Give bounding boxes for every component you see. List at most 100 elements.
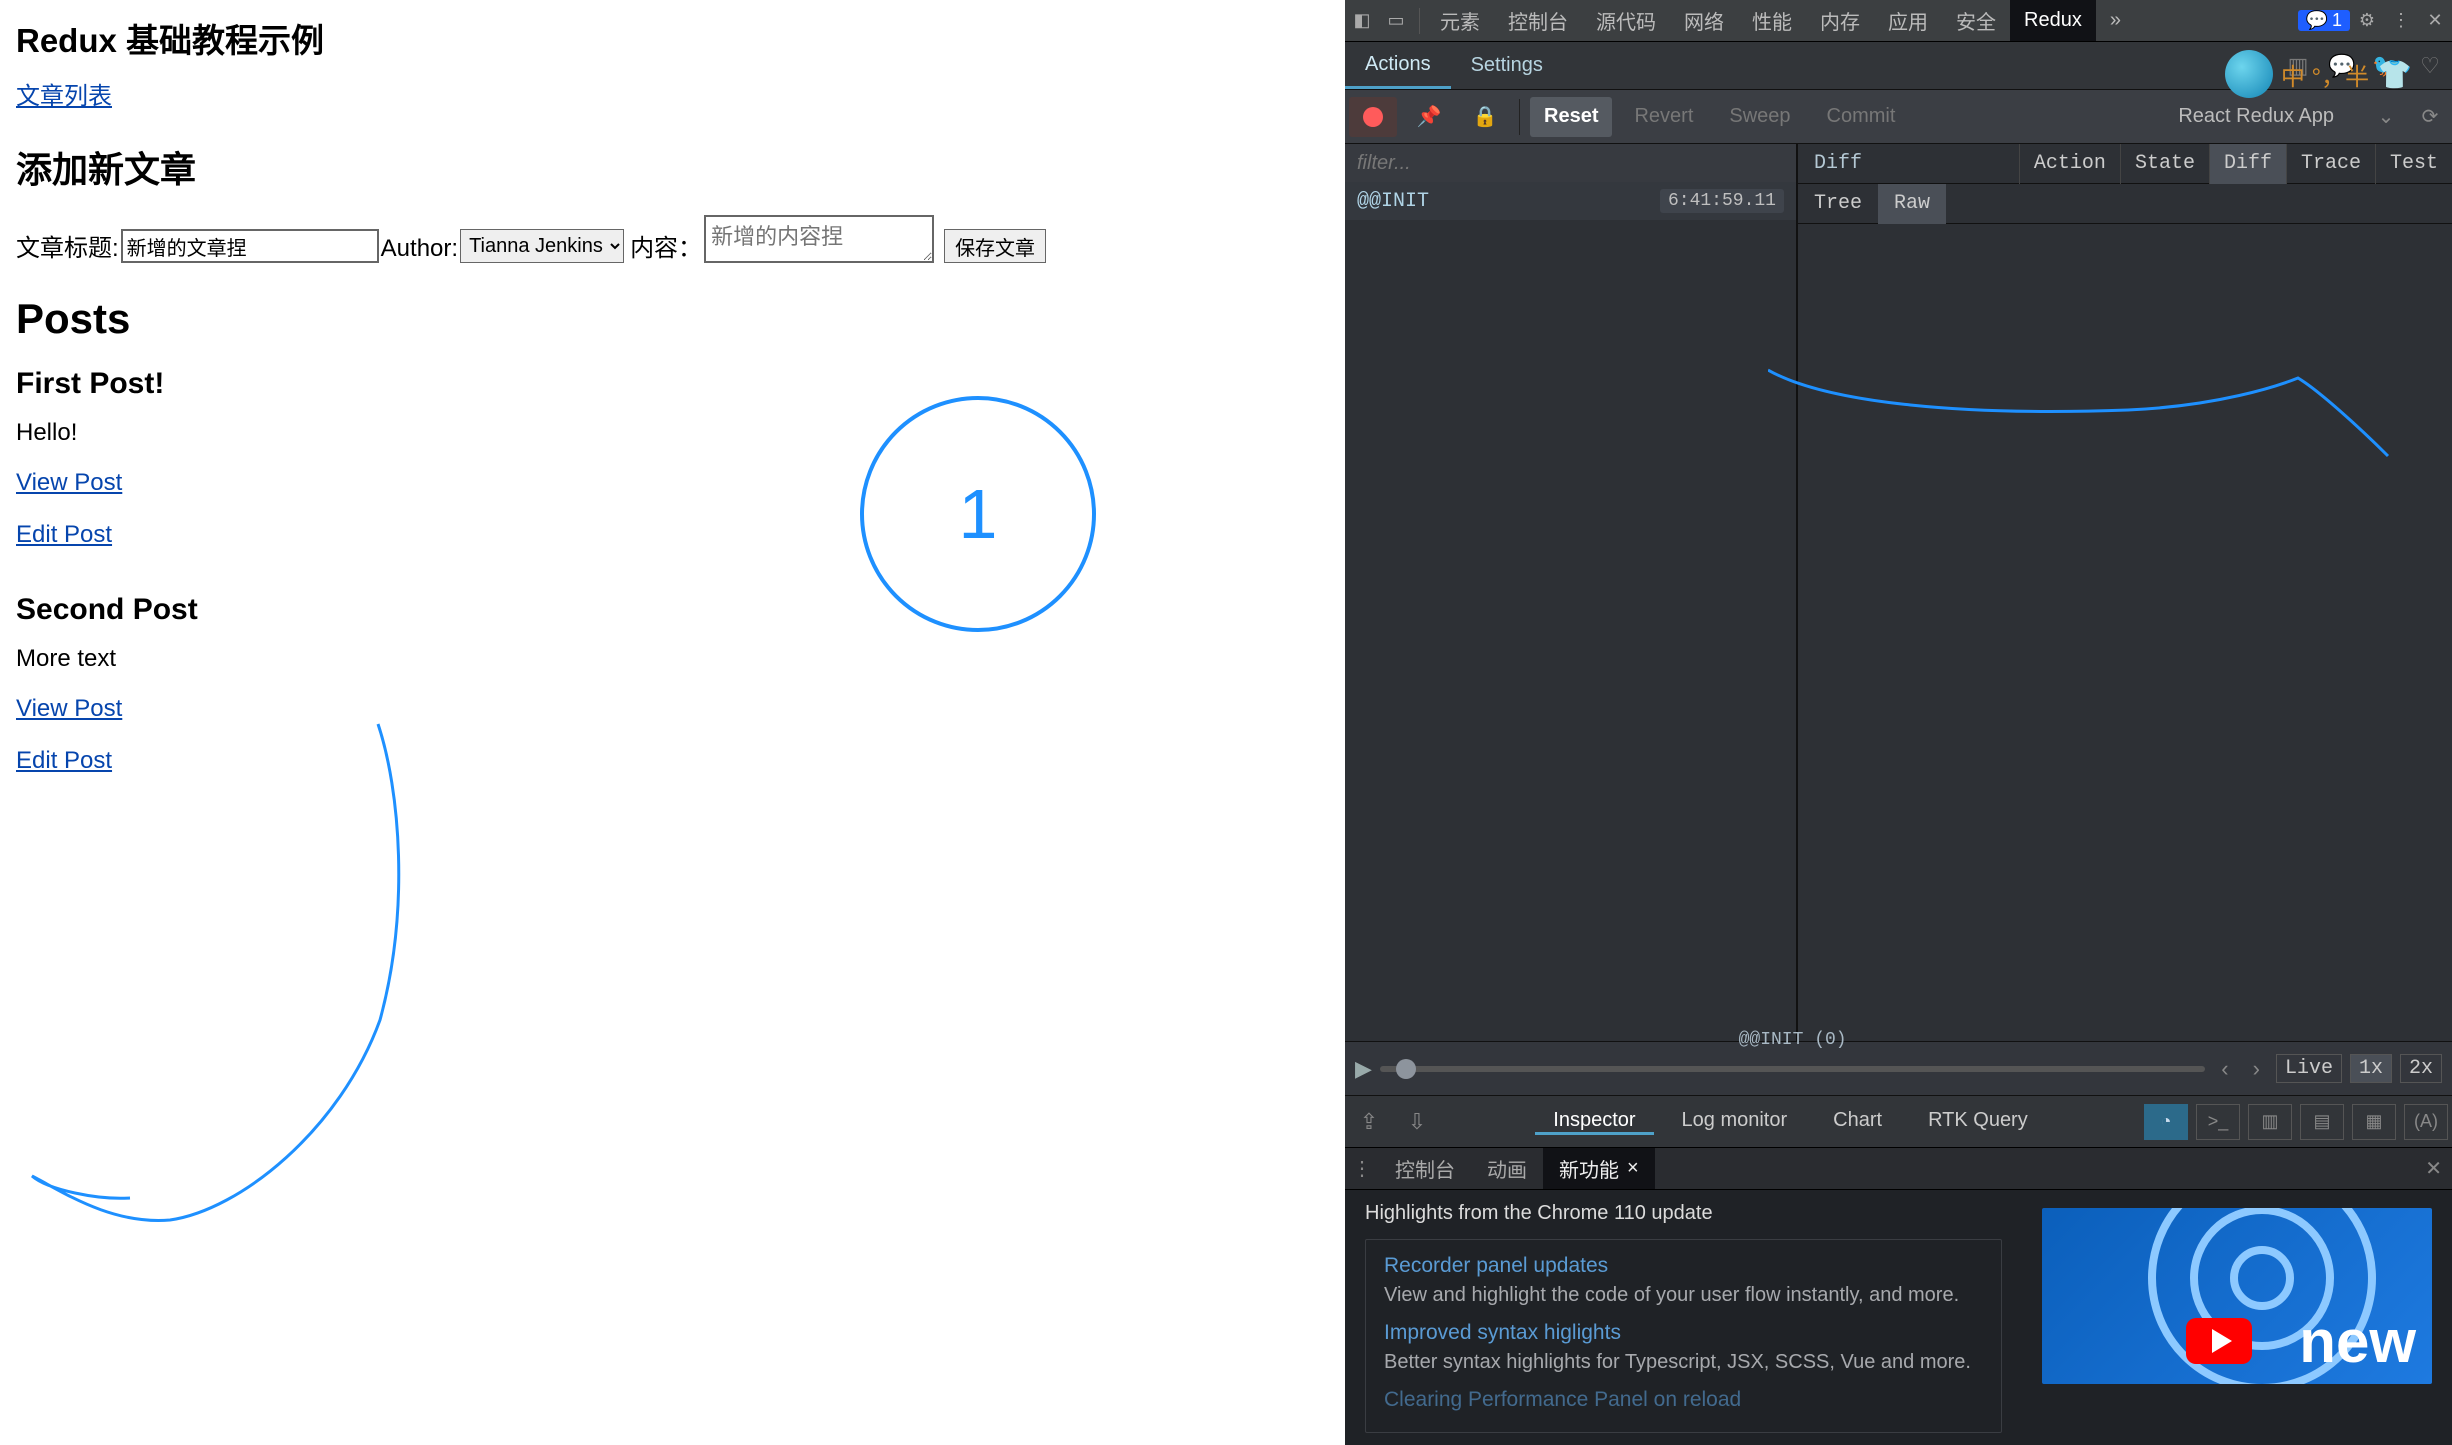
card-title: Improved syntax higlights bbox=[1384, 1321, 1983, 1345]
drawer-close-icon[interactable]: ✕ bbox=[2425, 1156, 2452, 1181]
post-item: Second Post More text View Post Edit Pos… bbox=[16, 593, 1329, 791]
drawer-tab-whatsnew[interactable]: 新功能× bbox=[1543, 1148, 1655, 1189]
redux-control-bar: 📌 🔒 Reset Revert Sweep Commit React Redu… bbox=[1345, 90, 2452, 144]
slider-next[interactable]: › bbox=[2245, 1056, 2268, 1082]
tab-sources[interactable]: 源代码 bbox=[1582, 0, 1670, 41]
content-textarea[interactable] bbox=[704, 215, 934, 263]
close-tab-icon[interactable]: × bbox=[1627, 1157, 1639, 1180]
difftab-state[interactable]: State bbox=[2120, 144, 2209, 184]
speed-live[interactable]: Live bbox=[2276, 1054, 2342, 1083]
layout-text-icon[interactable]: (A) bbox=[2404, 1104, 2448, 1140]
treetab-tree[interactable]: Tree bbox=[1798, 184, 1878, 224]
tab-redux[interactable]: Redux bbox=[2010, 0, 2096, 41]
annotation-stroke bbox=[1768, 354, 2452, 474]
record-button[interactable] bbox=[1349, 97, 1397, 137]
tab-more[interactable]: » bbox=[2096, 0, 2135, 41]
inspect-icon[interactable]: ◧ bbox=[1345, 10, 1379, 31]
post-title: Second Post bbox=[16, 593, 1329, 627]
montab-inspector[interactable]: Inspector bbox=[1535, 1109, 1653, 1135]
app-title: Redux 基础教程示例 bbox=[16, 14, 1329, 62]
montab-log[interactable]: Log monitor bbox=[1664, 1109, 1806, 1135]
difftab-trace[interactable]: Trace bbox=[2286, 144, 2375, 184]
difftab-test[interactable]: Test bbox=[2375, 144, 2452, 184]
treetab-raw[interactable]: Raw bbox=[1878, 184, 1946, 224]
card-desc: Better syntax highlights for Typescript,… bbox=[1384, 1351, 1983, 1374]
layout-bottom-icon[interactable]: ▤ bbox=[2300, 1104, 2344, 1140]
view-post-link[interactable]: View Post bbox=[16, 469, 122, 497]
reset-button[interactable]: Reset bbox=[1530, 97, 1612, 137]
revert-button[interactable]: Revert bbox=[1620, 97, 1707, 137]
drawer-headline: Highlights from the Chrome 110 update bbox=[1365, 1202, 2002, 1225]
device-icon[interactable]: ▭ bbox=[1379, 10, 1413, 31]
play-icon bbox=[2186, 1318, 2252, 1364]
diff-heading: Diff bbox=[1798, 152, 2019, 175]
tab-security[interactable]: 安全 bbox=[1942, 0, 2010, 41]
action-name: @@INIT bbox=[1357, 190, 1429, 213]
author-label: Author: bbox=[381, 235, 458, 263]
slider-track[interactable] bbox=[1380, 1066, 2205, 1072]
edit-post-link[interactable]: Edit Post bbox=[16, 747, 112, 775]
subtab-actions[interactable]: Actions bbox=[1345, 42, 1451, 89]
annotation-marker-1: 1 bbox=[860, 396, 1096, 632]
post-item: First Post! Hello! View Post Edit Post bbox=[16, 367, 1329, 565]
drawer-tab-animations[interactable]: 动画 bbox=[1471, 1148, 1543, 1189]
post-title: First Post! bbox=[16, 367, 1329, 401]
layout-timer-icon[interactable]: ◔ bbox=[2144, 1104, 2188, 1140]
shirt-icon: 👕 bbox=[2377, 58, 2412, 91]
diff-panel: Diff Action State Diff Trace Test Tree R… bbox=[1798, 144, 2452, 1041]
card-desc: View and highlight the code of your user… bbox=[1384, 1284, 1983, 1307]
whatsnew-video-thumb[interactable]: new bbox=[2042, 1202, 2432, 1433]
commit-button[interactable]: Commit bbox=[1813, 97, 1910, 137]
montab-rtk[interactable]: RTK Query bbox=[1910, 1109, 2046, 1135]
save-post-button[interactable]: 保存文章 bbox=[944, 229, 1046, 263]
play-button[interactable]: ▶ bbox=[1355, 1056, 1372, 1082]
import-icon[interactable]: ⇩ bbox=[1393, 1109, 1441, 1135]
speed-2x[interactable]: 2x bbox=[2400, 1054, 2442, 1083]
tab-memory[interactable]: 内存 bbox=[1806, 0, 1874, 41]
settings-icon[interactable]: ⚙ bbox=[2350, 10, 2384, 31]
error-count-badge[interactable]: 💬 1 bbox=[2298, 10, 2350, 31]
action-slider: ▶ @@INIT (0) ‹ › Live 1x 2x bbox=[1345, 1041, 2452, 1095]
nav-posts-link[interactable]: 文章列表 bbox=[16, 76, 112, 111]
pin-button[interactable]: 📌 bbox=[1405, 97, 1453, 137]
post-excerpt: Hello! bbox=[16, 419, 1329, 447]
export-icon[interactable]: ⇪ bbox=[1345, 1109, 1393, 1135]
connected-app-name: React Redux App bbox=[2178, 105, 2334, 128]
slider-prev[interactable]: ‹ bbox=[2213, 1056, 2236, 1082]
heart-icon[interactable]: ♡ bbox=[2408, 53, 2452, 79]
title-input[interactable] bbox=[121, 229, 379, 263]
tab-console[interactable]: 控制台 bbox=[1494, 0, 1582, 41]
lock-button[interactable]: 🔒 bbox=[1461, 97, 1509, 137]
slider-knob[interactable] bbox=[1396, 1059, 1416, 1079]
tab-network[interactable]: 网络 bbox=[1670, 0, 1738, 41]
filter-input[interactable]: filter... bbox=[1345, 144, 1796, 182]
tab-performance[interactable]: 性能 bbox=[1738, 0, 1806, 41]
card-title: Recorder panel updates bbox=[1384, 1254, 1983, 1278]
drawer-tab-console[interactable]: 控制台 bbox=[1379, 1148, 1471, 1189]
whatsnew-card[interactable]: Recorder panel updates View and highligh… bbox=[1365, 1239, 2002, 1433]
view-post-link[interactable]: View Post bbox=[16, 695, 122, 723]
author-select[interactable]: Tianna Jenkins bbox=[460, 229, 624, 263]
app-dropdown-icon[interactable]: ⌄ bbox=[2364, 104, 2408, 129]
drawer-kebab-icon[interactable]: ⋮ bbox=[1345, 1156, 1379, 1181]
devtools-top-tabs: ◧ ▭ 元素 控制台 源代码 网络 性能 内存 应用 安全 Redux » 💬 … bbox=[1345, 0, 2452, 42]
subtab-settings[interactable]: Settings bbox=[1451, 42, 1563, 89]
layout-right-icon[interactable]: ▦ bbox=[2352, 1104, 2396, 1140]
sync-icon[interactable]: ⟳ bbox=[2408, 104, 2452, 129]
kebab-icon[interactable]: ⋮ bbox=[2384, 10, 2418, 31]
layout-console-icon[interactable]: >_ bbox=[2196, 1104, 2240, 1140]
tab-elements[interactable]: 元素 bbox=[1426, 0, 1494, 41]
monitor-tabs: ⇪ ⇩ Inspector Log monitor Chart RTK Quer… bbox=[1345, 1095, 2452, 1147]
close-icon[interactable]: ✕ bbox=[2418, 10, 2452, 31]
difftab-action[interactable]: Action bbox=[2019, 144, 2120, 184]
layout-left-icon[interactable]: ▥ bbox=[2248, 1104, 2292, 1140]
edit-post-link[interactable]: Edit Post bbox=[16, 521, 112, 549]
tab-application[interactable]: 应用 bbox=[1874, 0, 1942, 41]
post-excerpt: More text bbox=[16, 645, 1329, 673]
action-item[interactable]: @@INIT 6:41:59.11 bbox=[1345, 182, 1796, 220]
difftab-diff[interactable]: Diff bbox=[2209, 144, 2286, 184]
montab-chart[interactable]: Chart bbox=[1815, 1109, 1900, 1135]
card-title: Clearing Performance Panel on reload bbox=[1384, 1388, 1983, 1412]
sweep-button[interactable]: Sweep bbox=[1715, 97, 1804, 137]
speed-1x[interactable]: 1x bbox=[2350, 1054, 2392, 1083]
